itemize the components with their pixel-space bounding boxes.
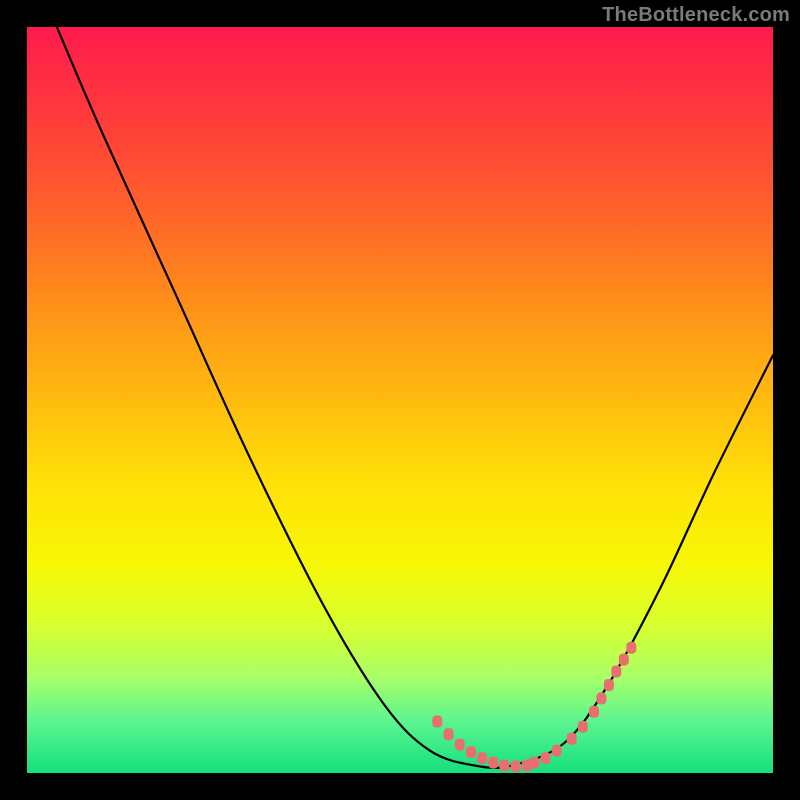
highlight-dot xyxy=(499,760,509,772)
curve-svg xyxy=(27,27,773,773)
highlight-dot xyxy=(488,757,498,769)
highlight-dot xyxy=(552,745,562,757)
highlight-dot xyxy=(466,746,476,758)
chart-frame: TheBottleneck.com xyxy=(0,0,800,800)
watermark-label: TheBottleneck.com xyxy=(602,4,790,27)
highlight-dot xyxy=(619,654,629,666)
highlight-dot xyxy=(596,692,606,704)
bottleneck-curve xyxy=(57,27,773,768)
highlight-dots xyxy=(432,642,636,773)
highlight-dot xyxy=(432,716,442,728)
highlight-dot xyxy=(477,752,487,764)
highlight-dot xyxy=(444,728,454,740)
highlight-dot xyxy=(604,679,614,691)
plot-area xyxy=(27,27,773,773)
highlight-dot xyxy=(578,721,588,733)
highlight-dot xyxy=(589,706,599,718)
highlight-dot xyxy=(541,752,551,764)
highlight-dot xyxy=(626,642,636,654)
highlight-dot xyxy=(455,739,465,751)
highlight-dot xyxy=(511,760,521,772)
highlight-dot xyxy=(529,757,539,769)
highlight-dot xyxy=(567,733,577,745)
highlight-dot xyxy=(611,666,621,678)
